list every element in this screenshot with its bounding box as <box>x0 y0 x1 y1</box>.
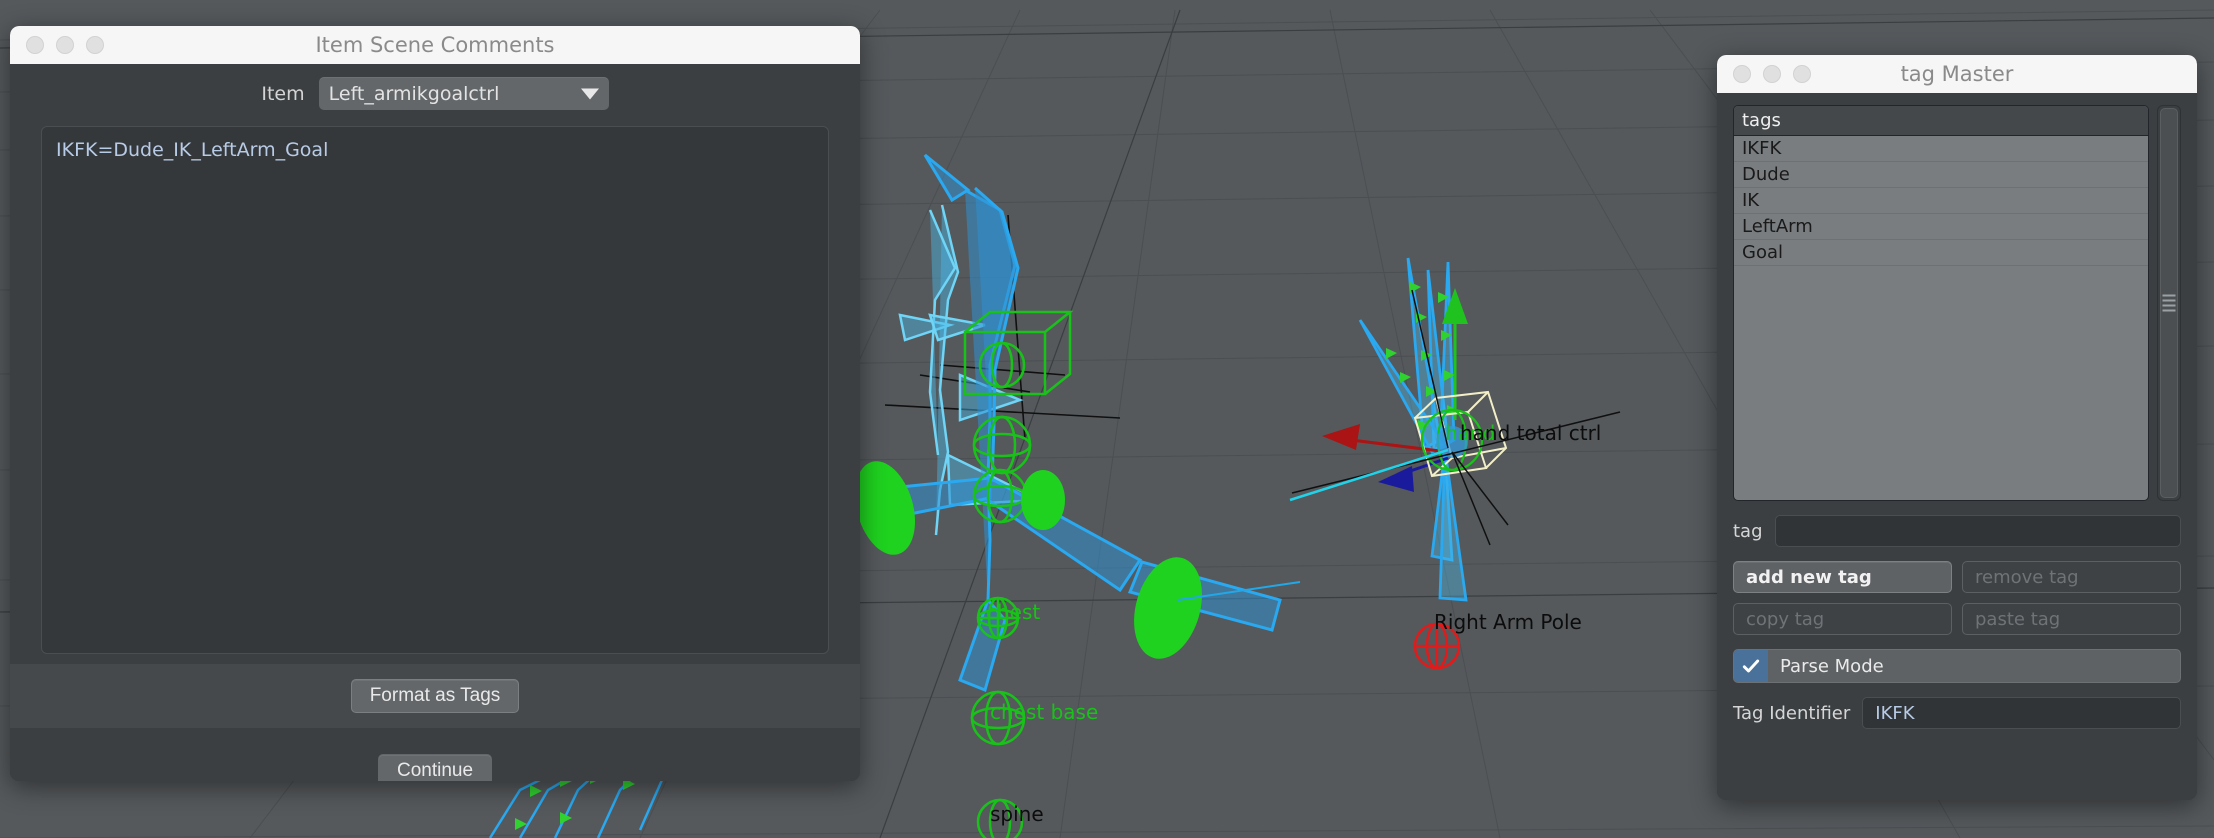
list-item[interactable]: IK <box>1734 188 2148 214</box>
tag-identifier-row: Tag Identifier IKFK <box>1733 697 2181 729</box>
tagmaster-titlebar[interactable]: tag Master <box>1717 55 2197 93</box>
tag-list-header: tags <box>1734 106 2148 136</box>
comments-titlebar[interactable]: Item Scene Comments <box>10 26 860 64</box>
tagmaster-window-title: tag Master <box>1900 62 2014 86</box>
comments-body: Item Left_armikgoalctrl IKFK=Dude_IK_Lef… <box>10 64 860 781</box>
scrollbar-thumb[interactable] <box>2160 108 2178 498</box>
item-label: Item <box>261 82 305 105</box>
rig-right-hand <box>1177 257 1621 602</box>
tagmaster-body: tags IKFK Dude IK LeftArm Goal tag add n… <box>1717 93 2197 800</box>
list-item[interactable]: IKFK <box>1734 136 2148 162</box>
item-dropdown[interactable]: Left_armikgoalctrl <box>318 77 609 110</box>
continue-button[interactable]: Continue <box>377 754 493 781</box>
item-scene-comments-window[interactable]: Item Scene Comments Item Left_armikgoalc… <box>10 26 860 781</box>
parse-mode-checkbox[interactable]: Parse Mode <box>1733 649 2181 683</box>
comments-window-title: Item Scene Comments <box>315 33 555 57</box>
chevron-down-icon <box>580 88 599 99</box>
format-as-tags-button[interactable]: Format as Tags <box>350 679 520 713</box>
tag-identifier-label: Tag Identifier <box>1733 702 1851 724</box>
tag-field-label: tag <box>1733 520 1763 542</box>
list-item[interactable]: LeftArm <box>1734 214 2148 240</box>
grip-icon <box>2162 292 2176 315</box>
add-new-tag-button[interactable]: add new tag <box>1733 561 1952 593</box>
tag-field-row: tag <box>1733 515 2181 547</box>
tag-list[interactable]: tags IKFK Dude IK LeftArm Goal <box>1733 105 2149 501</box>
remove-tag-button: remove tag <box>1962 561 2181 593</box>
continue-button-bar: Continue <box>10 738 860 781</box>
paste-tag-button: paste tag <box>1962 603 2181 635</box>
format-button-bar: Format as Tags <box>10 664 860 728</box>
tag-input[interactable] <box>1774 515 2181 547</box>
checkbox-checked-icon[interactable] <box>1734 650 1768 682</box>
parse-mode-label: Parse Mode <box>1780 655 1884 677</box>
tag-list-scrollbar[interactable] <box>2157 105 2181 501</box>
item-selector-row: Item Left_armikgoalctrl <box>10 64 860 120</box>
tag-master-window[interactable]: tag Master tags IKFK Dude IK LeftArm Goa… <box>1717 55 2197 800</box>
comments-textarea[interactable]: IKFK=Dude_IK_LeftArm_Goal <box>41 126 829 654</box>
tag-identifier-input[interactable]: IKFK <box>1862 697 2181 729</box>
item-dropdown-value: Left_armikgoalctrl <box>328 82 500 105</box>
list-item[interactable]: Goal <box>1734 240 2148 266</box>
tag-list-area: tags IKFK Dude IK LeftArm Goal <box>1733 105 2181 501</box>
pole-vector-control <box>1413 622 1461 670</box>
comment-line: IKFK=Dude_IK_LeftArm_Goal <box>56 139 329 161</box>
list-item[interactable]: Dude <box>1734 162 2148 188</box>
tag-action-buttons: add new tag remove tag copy tag paste ta… <box>1733 561 2181 635</box>
copy-tag-button: copy tag <box>1733 603 1952 635</box>
